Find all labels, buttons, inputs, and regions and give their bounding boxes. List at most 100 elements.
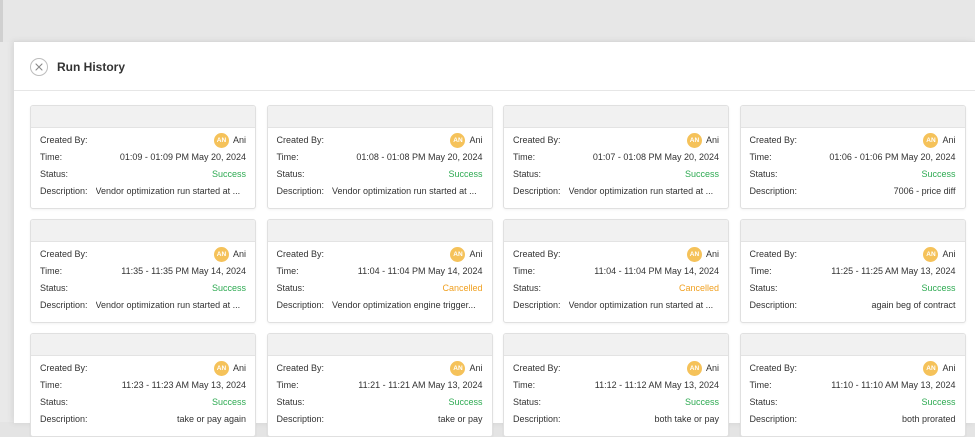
user-name: Ani — [705, 363, 719, 373]
description-row: Description: take or pay — [277, 411, 483, 427]
created-by-row: Created By: AN Ani — [40, 360, 246, 376]
time-row: Time: 11:04 - 11:04 PM May 14, 2024 — [277, 263, 483, 279]
time-value: 11:04 - 11:04 PM May 14, 2024 — [357, 266, 483, 276]
description-value: take or pay — [437, 414, 483, 424]
status-badge: Cancelled — [442, 283, 483, 293]
time-row: Time: 11:21 - 11:21 AM May 13, 2024 — [277, 377, 483, 393]
time-row: Time: 11:23 - 11:23 AM May 13, 2024 — [40, 377, 246, 393]
run-card-header — [31, 106, 255, 128]
description-value: take or pay again — [176, 414, 246, 424]
avatar: AN — [686, 246, 702, 262]
description-row: Description: Vendor optimization run star… — [40, 297, 246, 313]
description-value: Vendor optimization run started at ... — [95, 186, 241, 196]
description-label: Description: — [749, 414, 798, 424]
run-card[interactable]: Created By: AN Ani Time: 11:12 - 11:12 AM Ma… — [503, 333, 729, 437]
status-label: Status: — [749, 397, 778, 407]
background-page-sidebar — [0, 42, 15, 422]
description-label: Description: — [276, 300, 325, 310]
time-value: 11:12 - 11:12 AM May 13, 2024 — [594, 380, 719, 390]
time-value: 11:21 - 11:21 AM May 13, 2024 — [358, 380, 483, 390]
status-row: Status: Success — [40, 394, 246, 410]
created-by-row: Created By: AN Ani — [750, 360, 956, 376]
run-card[interactable]: Created By: AN Ani Time: 01:08 - 01:08 PM Ma… — [266, 105, 493, 209]
close-button[interactable] — [30, 58, 48, 76]
status-row: Status: Success — [513, 394, 719, 410]
time-label: Time: — [749, 380, 772, 390]
description-row: Description: Vendor optimization run star… — [40, 183, 246, 199]
created-by-label: Created By: — [276, 363, 325, 373]
created-by-user: AN Ani — [805, 360, 956, 376]
panel-title: Run History — [57, 60, 126, 74]
run-history-panel: Run History Created By: AN Ani Time: 01:09 -… — [14, 41, 975, 437]
time-value: 11:25 - 11:25 AM May 13, 2024 — [831, 266, 956, 276]
user-name: Ani — [232, 363, 246, 373]
created-by-row: Created By: AN Ani — [277, 132, 483, 148]
close-icon — [35, 63, 43, 71]
status-badge: Success — [921, 283, 956, 293]
description-label: Description: — [513, 300, 561, 310]
run-card[interactable]: Created By: AN Ani Time: 01:06 - 01:06 PM Ma… — [739, 105, 966, 209]
time-label: Time: — [513, 152, 536, 162]
avatar: AN — [923, 360, 939, 376]
time-row: Time: 01:08 - 01:08 PM May 20, 2024 — [277, 149, 483, 165]
created-by-user: AN Ani — [805, 246, 956, 262]
run-card[interactable]: Created By: AN Ani Time: 11:04 - 11:04 PM Ma… — [266, 219, 493, 323]
run-card[interactable]: Created By: AN Ani Time: 11:10 - 11:10 AM Ma… — [739, 333, 966, 437]
created-by-label: Created By: — [513, 135, 561, 145]
created-by-row: Created By: AN Ani — [277, 246, 483, 262]
created-by-label: Created By: — [276, 135, 325, 145]
run-card-header — [504, 334, 728, 356]
time-value: 11:35 - 11:35 PM May 14, 2024 — [121, 266, 246, 276]
created-by-user: AN Ani — [96, 132, 246, 148]
run-card-header — [740, 106, 965, 128]
time-row: Time: 11:12 - 11:12 AM May 13, 2024 — [513, 377, 719, 393]
time-label: Time: — [276, 152, 299, 162]
avatar: AN — [213, 246, 229, 262]
description-label: Description: — [40, 300, 88, 310]
created-by-user: AN Ani — [332, 360, 483, 376]
created-by-label: Created By: — [749, 135, 798, 145]
run-card[interactable]: Created By: AN Ani Time: 01:09 - 01:09 PM Ma… — [30, 105, 256, 209]
user-name: Ani — [469, 363, 483, 373]
description-row: Description: take or pay again — [40, 411, 246, 427]
description-row: Description: 7006 - price diff — [750, 183, 956, 199]
run-card-header — [31, 220, 255, 242]
run-card[interactable]: Created By: AN Ani Time: 11:04 - 11:04 PM Ma… — [503, 219, 729, 323]
run-card[interactable]: Created By: AN Ani Time: 11:23 - 11:23 AM Ma… — [30, 333, 256, 437]
status-badge: Success — [684, 169, 719, 179]
created-by-label: Created By: — [513, 249, 561, 259]
avatar: AN — [923, 132, 939, 148]
created-by-user: AN Ani — [96, 360, 246, 376]
background-page-edge — [0, 0, 3, 44]
status-row: Status: Success — [750, 166, 956, 182]
run-card[interactable]: Created By: AN Ani Time: 11:25 - 11:25 AM Ma… — [739, 219, 966, 323]
status-row: Status: Success — [277, 166, 483, 182]
run-card-header — [504, 106, 728, 128]
run-card[interactable]: Created By: AN Ani Time: 11:21 - 11:21 AM Ma… — [266, 333, 493, 437]
status-label: Status: — [276, 169, 305, 179]
time-label: Time: — [276, 266, 299, 276]
time-value: 01:07 - 01:08 PM May 20, 2024 — [592, 152, 719, 162]
avatar: AN — [686, 360, 702, 376]
time-value: 01:09 - 01:09 PM May 20, 2024 — [119, 152, 246, 162]
time-row: Time: 11:04 - 11:04 PM May 14, 2024 — [513, 263, 719, 279]
time-label: Time: — [513, 380, 536, 390]
description-label: Description: — [749, 300, 798, 310]
avatar: AN — [213, 132, 229, 148]
status-row: Status: Cancelled — [277, 280, 483, 296]
time-label: Time: — [40, 380, 63, 390]
status-badge: Success — [211, 283, 246, 293]
status-badge: Success — [684, 397, 719, 407]
time-row: Time: 11:25 - 11:25 AM May 13, 2024 — [750, 263, 956, 279]
created-by-user: AN Ani — [96, 246, 246, 262]
status-label: Status: — [749, 169, 778, 179]
status-badge: Success — [448, 397, 483, 407]
status-row: Status: Success — [750, 394, 956, 410]
avatar: AN — [450, 132, 466, 148]
description-label: Description: — [749, 186, 798, 196]
run-card-header — [267, 106, 492, 128]
run-card[interactable]: Created By: AN Ani Time: 11:35 - 11:35 PM Ma… — [30, 219, 256, 323]
time-row: Time: 01:07 - 01:08 PM May 20, 2024 — [513, 149, 719, 165]
avatar: AN — [213, 360, 229, 376]
run-card[interactable]: Created By: AN Ani Time: 01:07 - 01:08 PM Ma… — [503, 105, 729, 209]
